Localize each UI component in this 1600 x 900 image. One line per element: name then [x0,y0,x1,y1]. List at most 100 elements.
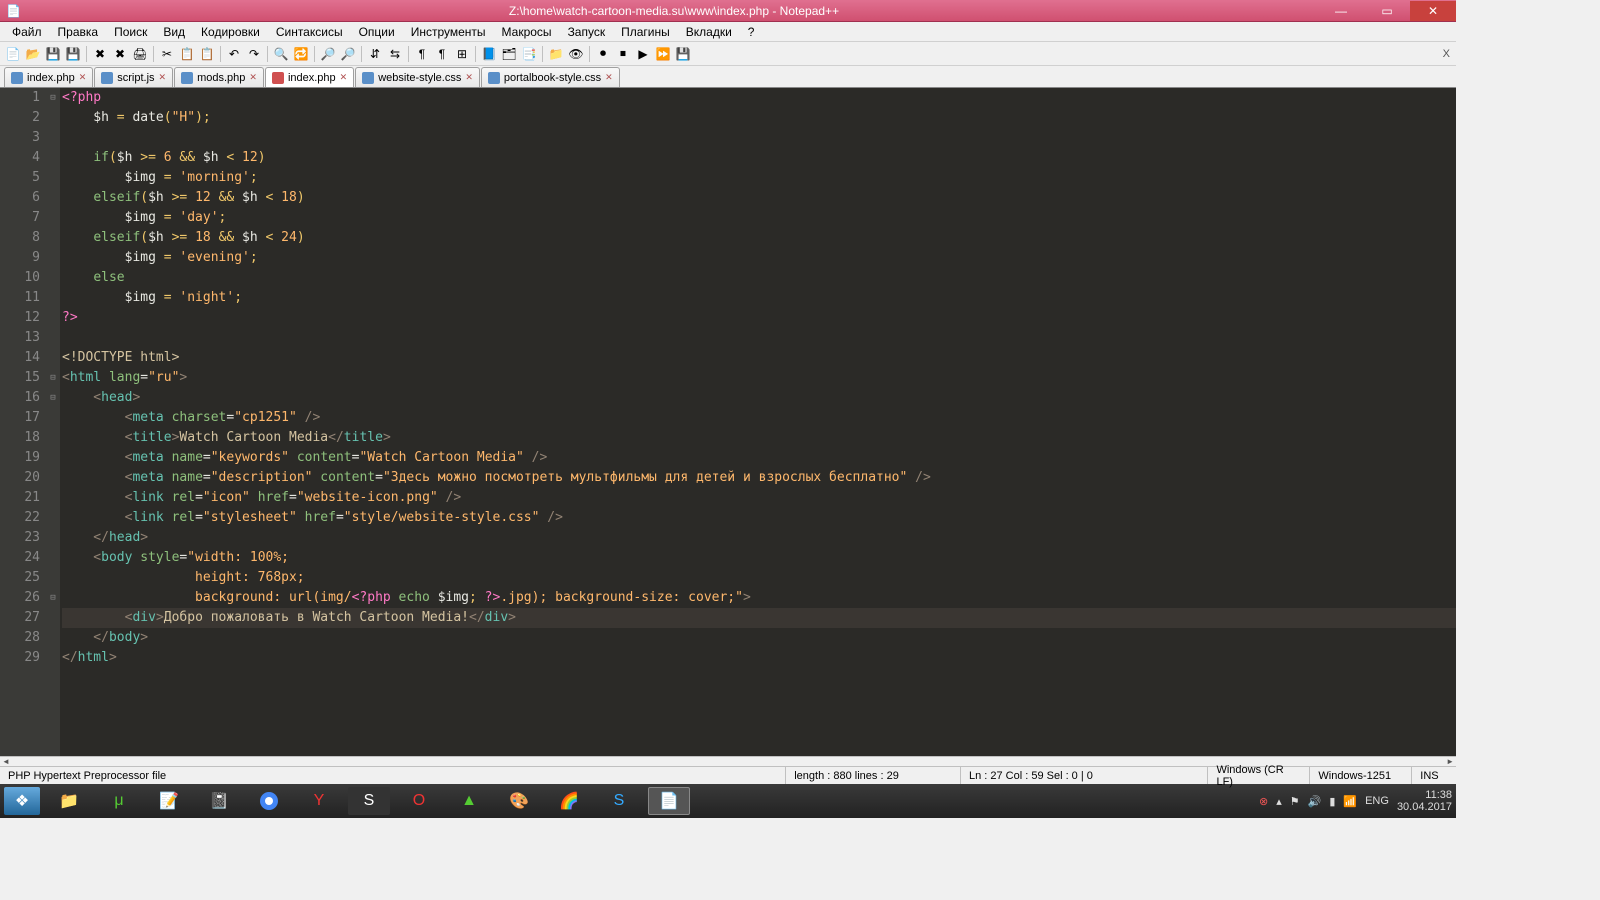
word-wrap-icon[interactable]: ¶ [413,45,431,63]
replace-icon[interactable]: 🔁 [292,45,310,63]
indent-guide-icon[interactable]: ⊞ [453,45,471,63]
opera-icon[interactable]: O [398,787,440,815]
menu-syntax[interactable]: Синтаксисы [268,23,351,41]
paste-icon[interactable]: 📋 [198,45,216,63]
undo-icon[interactable]: ↶ [225,45,243,63]
play-multi-macro-icon[interactable]: ⏩ [654,45,672,63]
skype-icon[interactable]: S [598,787,640,815]
menu-help[interactable]: ? [740,23,763,41]
minimize-button[interactable]: — [1318,1,1364,21]
save-icon[interactable]: 💾 [44,45,62,63]
menu-run[interactable]: Запуск [560,23,614,41]
close-file-icon[interactable]: ✖ [91,45,109,63]
maximize-button[interactable]: ▭ [1364,1,1410,21]
separator [475,46,476,62]
tray-up-icon[interactable]: ▴ [1276,795,1282,808]
open-file-icon[interactable]: 📂 [24,45,42,63]
notebook-icon[interactable]: 📓 [198,787,240,815]
tray-volume-icon[interactable]: 🔊 [1308,795,1322,808]
tab-script-js[interactable]: script.js ✕ [94,67,173,87]
tray-clock[interactable]: 11:38 30.04.2017 [1397,789,1452,813]
save-macro-icon[interactable]: 💾 [674,45,692,63]
close-icon[interactable]: ✕ [340,72,348,83]
fold-gutter[interactable]: ⊟⊟⊟⊟ [46,88,60,756]
stop-macro-icon[interactable]: ⏹ [614,45,632,63]
close-button[interactable]: ✕ [1410,1,1456,21]
chrome-icon[interactable] [248,787,290,815]
separator [153,46,154,62]
editor[interactable]: 1234567891011121314151617181920212223242… [0,88,1456,756]
file-icon [181,72,193,84]
toolbar-close-x[interactable]: X [1443,48,1450,60]
play-macro-icon[interactable]: ▶ [634,45,652,63]
menu-search[interactable]: Поиск [106,23,155,41]
notepadpp-active-icon[interactable]: 📄 [648,787,690,815]
paint-icon[interactable]: 🎨 [498,787,540,815]
tab-label: index.php [27,72,75,84]
cut-icon[interactable]: ✂ [158,45,176,63]
sync-vscroll-icon[interactable]: ⇵ [366,45,384,63]
menubar: Файл Правка Поиск Вид Кодировки Синтакси… [0,22,1456,42]
wordpad-icon[interactable]: 📝 [148,787,190,815]
status-insert-mode: INS [1412,767,1456,784]
save-all-icon[interactable]: 💾 [64,45,82,63]
menu-file[interactable]: Файл [4,23,50,41]
tab-label: script.js [117,72,154,84]
yandex-icon[interactable]: Y [298,787,340,815]
explorer-icon[interactable]: 📁 [48,787,90,815]
tab-index-php-active[interactable]: index.php✕ [265,67,354,87]
tray-notification-icon[interactable]: ⊗ [1259,795,1268,808]
show-all-chars-icon[interactable]: ¶ [433,45,451,63]
menu-encoding[interactable]: Кодировки [193,23,268,41]
menu-options[interactable]: Опции [351,23,403,41]
close-icon[interactable]: ✕ [79,72,87,83]
monitor-icon[interactable]: 👁 [567,45,585,63]
zoom-out-icon[interactable]: 🔎 [339,45,357,63]
tab-index-php-1[interactable]: index.php ✕ [4,67,93,87]
print-icon[interactable]: 🖨 [131,45,149,63]
menu-tools[interactable]: Инструменты [403,23,494,41]
utorrent-icon[interactable]: μ [98,787,140,815]
userlang-icon[interactable]: 📘 [480,45,498,63]
status-length: length : 880 lines : 29 [786,767,961,784]
close-icon[interactable]: ✕ [249,72,257,83]
tray-battery-icon[interactable]: ▮ [1329,795,1335,808]
menu-view[interactable]: Вид [155,23,193,41]
func-list-icon[interactable]: 📑 [520,45,538,63]
android-studio-icon[interactable]: ▲ [448,787,490,815]
file-icon [101,72,113,84]
file-icon [11,72,23,84]
sync-hscroll-icon[interactable]: ⇆ [386,45,404,63]
find-icon[interactable]: 🔍 [272,45,290,63]
tab-website-style-css[interactable]: website-style.css✕ [355,67,480,87]
menu-plugins[interactable]: Плагины [613,23,678,41]
start-button[interactable]: ❖ [4,787,40,815]
record-macro-icon[interactable]: ⏺ [594,45,612,63]
file-icon [272,72,284,84]
close-icon[interactable]: ✕ [465,72,473,83]
separator [361,46,362,62]
tray-flag-icon[interactable]: ⚑ [1290,795,1300,808]
doc-map-icon[interactable]: 🗂 [500,45,518,63]
code-area[interactable]: <?php $h = date("H"); if($h >= 6 && $h <… [60,88,1456,756]
menu-edit[interactable]: Правка [50,23,107,41]
redo-icon[interactable]: ↷ [245,45,263,63]
tray-language[interactable]: ENG [1365,795,1389,807]
zoom-in-icon[interactable]: 🔎 [319,45,337,63]
tab-mods-php[interactable]: mods.php✕ [174,67,264,87]
tray-network-icon[interactable]: 📶 [1343,795,1357,808]
tab-portalbook-style-css[interactable]: portalbook-style.css✕ [481,67,620,87]
new-file-icon[interactable]: 📄 [4,45,22,63]
menu-macros[interactable]: Макросы [494,23,560,41]
close-icon[interactable]: ✕ [605,72,613,83]
close-all-icon[interactable]: ✖ [111,45,129,63]
separator [408,46,409,62]
menu-tabs[interactable]: Вкладки [678,23,740,41]
tray-date: 30.04.2017 [1397,801,1452,813]
copy-icon[interactable]: 📋 [178,45,196,63]
sublime-icon[interactable]: S [348,787,390,815]
rainbow-icon[interactable]: 🌈 [548,787,590,815]
toolbar: 📄 📂 💾 💾 ✖ ✖ 🖨 ✂ 📋 📋 ↶ ↷ 🔍 🔁 🔎 🔎 ⇵ ⇆ ¶ ¶ … [0,42,1456,66]
folder-icon[interactable]: 📁 [547,45,565,63]
close-icon[interactable]: ✕ [159,72,167,83]
